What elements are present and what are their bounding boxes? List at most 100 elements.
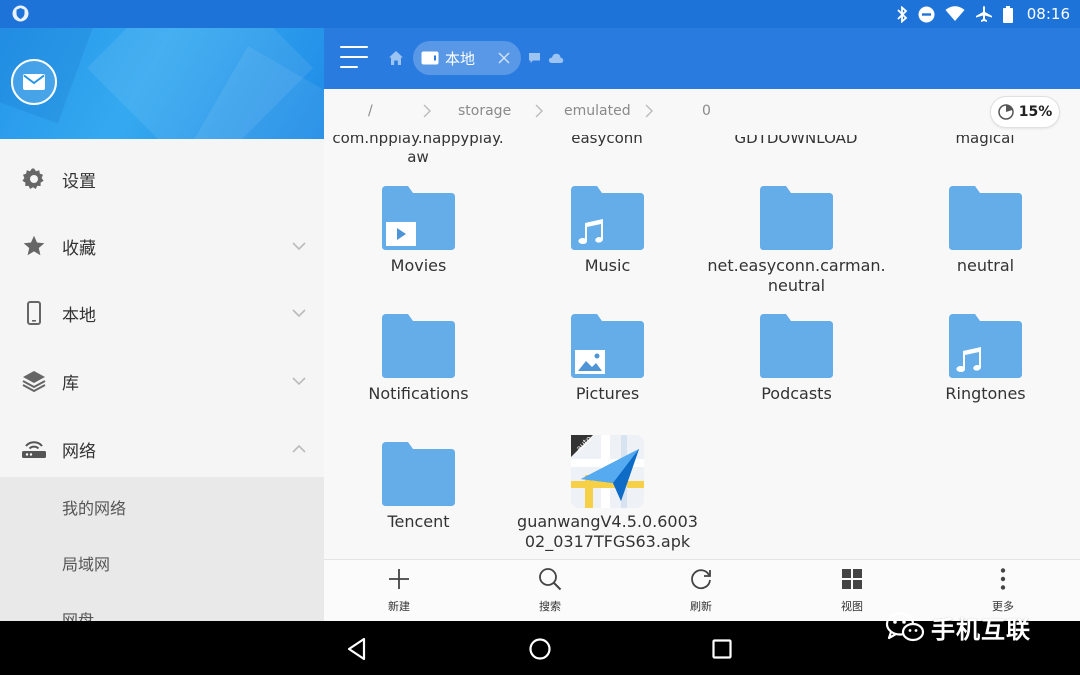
phone-tab-icon (421, 51, 439, 65)
file-name-partial[interactable]: GDTDOWNLOAD (706, 135, 886, 148)
action-label: 搜索 (539, 600, 561, 613)
status-bar: 08:16 (0, 0, 1080, 28)
toolbar: 本地 (324, 28, 1080, 89)
watermark: 手机互联 (885, 611, 1031, 644)
action-label: 新建 (388, 600, 410, 613)
file-grid: com.hpplay.happyplay. aw easyconn GDTDOW… (324, 135, 1080, 559)
chevron-up-icon[interactable] (291, 441, 307, 457)
folder-item-podcasts[interactable]: Podcasts (702, 314, 891, 442)
cloud-icon[interactable] (548, 52, 564, 64)
file-name: Notifications (368, 384, 469, 403)
crumb-storage[interactable]: storage (458, 103, 511, 119)
drawer-item-label: 网络 (62, 441, 96, 462)
folder-icon (382, 314, 455, 378)
file-name: Tencent (387, 512, 450, 531)
action-label: 刷新 (690, 600, 712, 613)
refresh-button[interactable]: 刷新 (651, 566, 751, 618)
back-icon[interactable] (345, 636, 371, 662)
drawer-item-label: 收藏 (62, 238, 96, 259)
grid-view-icon (839, 566, 865, 592)
file-name: net.easyconn.carman. neutral (707, 256, 886, 295)
folder-music-icon (949, 314, 1022, 378)
star-icon (21, 233, 47, 259)
crumb-emulated[interactable]: emulated (564, 103, 631, 119)
file-name-partial[interactable]: com.hpplay.happyplay. aw (328, 135, 508, 167)
navigation-drawer: 设置 收藏 本地 库 网络 我的网络 局域网 网盘 (0, 28, 324, 621)
file-name: guanwangV4.5.0.6003 02_0317TFGS63.apk (517, 512, 698, 551)
main-pane: 本地 / storage emulated 0 15% com.hpplay.h… (324, 28, 1080, 621)
submenu-item-my-network[interactable]: 我的网络 (62, 495, 126, 519)
account-avatar[interactable] (11, 59, 57, 105)
wechat-logo-icon (885, 612, 925, 642)
storage-usage-badge[interactable]: 15% (990, 96, 1060, 128)
folder-item-notifications[interactable]: Notifications (324, 314, 513, 442)
file-name-partial[interactable]: magical (895, 135, 1075, 148)
folder-icon (760, 186, 833, 250)
folder-item-ringtones[interactable]: Ringtones (891, 314, 1080, 442)
folder-item-neutral[interactable]: neutral (891, 186, 1080, 314)
home-icon[interactable] (388, 50, 404, 66)
chevron-down-icon[interactable] (291, 373, 307, 389)
folder-item-carman[interactable]: net.easyconn.carman. neutral (702, 186, 891, 314)
folder-icon (760, 314, 833, 378)
chevron-right-icon (535, 104, 543, 118)
file-name: Music (584, 256, 631, 275)
drawer-item-settings[interactable]: 设置 (0, 146, 324, 212)
apk-item-guanwang[interactable]: auto guanwangV4.5.0.6003 02_0317TFGS63.a… (513, 435, 702, 559)
search-button[interactable]: 搜索 (500, 566, 600, 618)
menu-icon[interactable] (340, 46, 368, 70)
crumb-root[interactable]: / (368, 103, 373, 119)
gear-icon (21, 166, 47, 192)
drawer-header (0, 28, 324, 139)
pie-chart-icon (997, 104, 1014, 120)
folder-item-pictures[interactable]: Pictures (513, 314, 702, 442)
layers-icon (21, 368, 47, 394)
new-button[interactable]: 新建 (349, 566, 449, 618)
folder-item-music[interactable]: Music (513, 186, 702, 314)
mail-icon (23, 74, 45, 90)
navigation-app-icon: auto (571, 435, 644, 508)
do-not-disturb-icon (918, 6, 935, 22)
tab-local[interactable]: 本地 (413, 41, 521, 75)
folder-music-icon (571, 186, 644, 250)
file-name: Podcasts (761, 384, 832, 403)
wifi-icon (945, 6, 965, 21)
recents-icon[interactable] (709, 636, 735, 662)
chevron-right-icon (423, 104, 431, 118)
airplane-icon (975, 6, 992, 22)
folder-item-tencent[interactable]: Tencent (324, 442, 513, 559)
clock-time: 08:16 (1026, 5, 1070, 23)
folder-icon (382, 442, 455, 506)
submenu-item-lan[interactable]: 局域网 (62, 551, 110, 575)
chevron-down-icon[interactable] (291, 238, 307, 254)
network-submenu: 我的网络 局域网 网盘 (0, 477, 324, 621)
plus-icon (386, 566, 412, 592)
search-icon (537, 566, 563, 592)
storage-usage-text: 15% (1018, 104, 1053, 120)
crumb-0[interactable]: 0 (702, 103, 711, 119)
drawer-item-favorites[interactable]: 收藏 (0, 213, 324, 279)
folder-icon (949, 186, 1022, 250)
file-name-partial[interactable]: easyconn (517, 135, 697, 148)
close-icon[interactable] (497, 51, 511, 65)
router-icon (21, 436, 47, 462)
refresh-icon (688, 566, 714, 592)
drawer-item-network[interactable]: 网络 (0, 416, 324, 482)
folder-item-movies[interactable]: Movies (324, 186, 513, 314)
drawer-item-library[interactable]: 库 (0, 348, 324, 414)
chevron-down-icon[interactable] (291, 305, 307, 321)
folder-picture-icon (571, 314, 644, 378)
file-name: neutral (956, 256, 1015, 275)
drawer-item-local[interactable]: 本地 (0, 280, 324, 346)
action-label: 视图 (841, 600, 863, 613)
submenu-item-cloud-drive[interactable]: 网盘 (62, 607, 94, 621)
home-circle-icon[interactable] (527, 636, 553, 662)
chat-icon[interactable] (528, 52, 541, 64)
folder-video-icon (382, 186, 455, 250)
file-name: Movies (390, 256, 447, 275)
drawer-item-label: 本地 (62, 305, 96, 326)
chevron-right-icon (645, 104, 653, 118)
file-name: Pictures (575, 384, 640, 403)
battery-icon (1002, 5, 1013, 23)
shield-icon (12, 5, 29, 22)
